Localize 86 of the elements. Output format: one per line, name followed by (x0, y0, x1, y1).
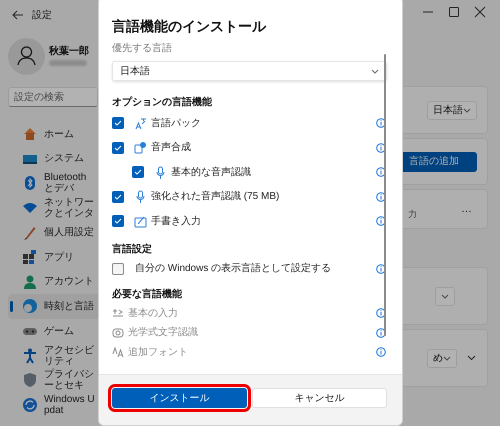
feature-label: 光学式文字認識 (128, 326, 199, 340)
feature-label: 基本の入力 (128, 306, 179, 321)
sidebar-item[interactable]: 時刻と言語 (8, 294, 98, 319)
info-icon[interactable] (376, 347, 386, 358)
language-dropdown[interactable]: 日本語 (112, 61, 387, 81)
check-icon (114, 144, 122, 151)
sidebar-item[interactable]: ホーム (8, 122, 98, 147)
more-button[interactable]: … (461, 200, 477, 218)
cancel-button[interactable]: キャンセル (252, 388, 387, 408)
home-icon (22, 126, 38, 142)
checkbox[interactable] (112, 117, 124, 130)
check-icon (134, 169, 142, 176)
microphone-icon (154, 166, 167, 179)
dialog-title: 言語機能のインストール (112, 17, 268, 36)
checkbox[interactable] (112, 215, 124, 228)
pen-tablet-icon (134, 214, 147, 228)
scrollbar[interactable] (384, 54, 386, 336)
camera-icon (112, 326, 124, 339)
dropdown[interactable]: 日本語 (427, 100, 477, 120)
option-label: 基本的な音声認識 (171, 166, 252, 180)
apps-icon (22, 249, 38, 266)
window-title: 設定 (32, 8, 52, 22)
dropdown[interactable] (435, 286, 455, 306)
chevron-icon (371, 68, 379, 74)
close-icon[interactable] (474, 6, 486, 18)
avatar-icon (8, 38, 45, 74)
section-heading: 言語設定 (112, 242, 153, 256)
info-icon[interactable] (376, 328, 386, 338)
microphone-icon (134, 190, 147, 204)
check-icon (114, 120, 122, 126)
keyboard-icon (112, 307, 124, 320)
checkbox[interactable] (112, 142, 124, 154)
option-label: 自分の Windows の表示言語として設定する (135, 262, 332, 276)
chevron-icon (463, 108, 471, 112)
sidebar-item[interactable]: システム (8, 146, 98, 172)
maximize-icon[interactable] (448, 6, 460, 18)
info-icon[interactable] (376, 142, 386, 153)
sidebar-item[interactable]: アクセシビリティ (8, 343, 98, 368)
check-icon (114, 194, 122, 200)
chevron-icon (441, 294, 449, 298)
search-field[interactable]: 設定の検索 (8, 87, 98, 107)
checkbox[interactable] (132, 166, 144, 178)
expand-chevron-icon[interactable] (467, 355, 476, 361)
shield-icon (22, 372, 38, 388)
sidebar-item[interactable]: ゲーム (8, 318, 98, 344)
info-icon[interactable] (376, 167, 386, 178)
blurred-email (49, 60, 87, 66)
font-icon (112, 346, 124, 358)
check-icon (114, 218, 122, 224)
card-text: 力 (408, 208, 417, 222)
info-icon[interactable] (376, 216, 386, 226)
option-label: 強化された音声認識 (75 MB) (151, 190, 280, 204)
section-heading: オプションの言語機能 (112, 95, 213, 110)
dropdown[interactable]: め (427, 348, 457, 368)
info-icon[interactable] (376, 118, 386, 128)
option-label: 言語パック (151, 116, 202, 131)
sidebar-item[interactable]: アカウント (8, 270, 98, 294)
sidebar-item[interactable]: Bluetooth とデバ (8, 171, 98, 196)
checkbox[interactable] (112, 190, 124, 203)
info-icon[interactable] (376, 192, 386, 202)
translate-icon (134, 116, 147, 130)
selection-indicator (10, 301, 13, 312)
install-button[interactable]: インストール (112, 388, 247, 408)
option-label: 音声合成 (151, 140, 192, 156)
sidebar-item[interactable]: Windows Updat (8, 392, 98, 418)
bluetooth-icon (22, 175, 38, 192)
back-icon[interactable] (12, 10, 24, 20)
user-name: 秋葉一郎 (49, 46, 89, 56)
section-heading: 必要な言語機能 (112, 287, 183, 302)
brush-icon (22, 224, 38, 241)
sidebar-item[interactable]: 個人用設定 (8, 220, 98, 245)
speech-icon (134, 141, 147, 154)
person-icon (22, 274, 38, 290)
chevron-icon (443, 356, 451, 360)
feature-label: 追加フォント (128, 346, 189, 360)
sidebar-item[interactable]: プライバシーとセキ (8, 368, 98, 393)
globe-icon (22, 298, 38, 314)
checkbox[interactable] (112, 262, 124, 274)
option-label: 手書き入力 (151, 214, 202, 229)
field-label: 優先する言語 (112, 42, 173, 56)
update-icon (22, 396, 38, 413)
info-icon[interactable] (376, 308, 386, 318)
info-icon[interactable] (376, 264, 386, 274)
accessibility-icon (22, 348, 38, 364)
sidebar-item[interactable]: ネットワークとインタ (8, 196, 98, 220)
sidebar-item[interactable]: アプリ (8, 244, 98, 270)
